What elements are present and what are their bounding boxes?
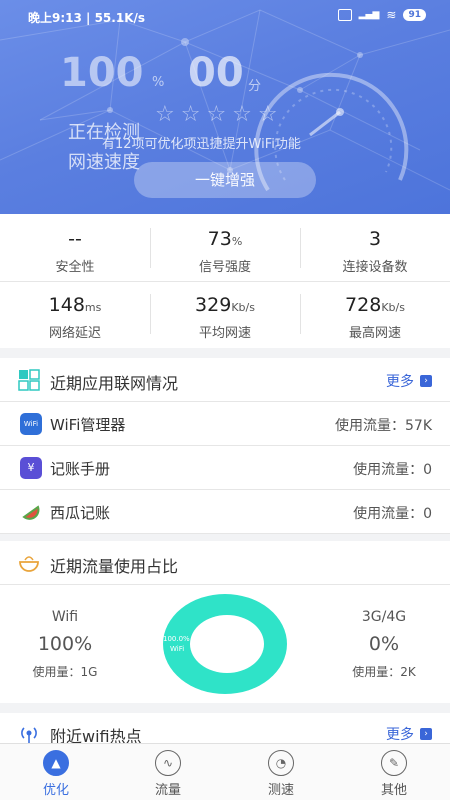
settings-icon: ✎ (381, 750, 407, 776)
usage-amount: 使用量：1G (32, 665, 98, 679)
stat-label: 平均网速 (198, 326, 251, 341)
section-header: 附近wifi热点 更多 › (0, 713, 450, 743)
stat-value: 3 (368, 228, 382, 250)
stats-divider (300, 228, 301, 268)
app-name: 西瓜记账 (50, 504, 111, 522)
tab-other[interactable]: ✎ 其他 (338, 744, 450, 800)
stat-value: 728 (345, 294, 382, 316)
stat-label: 信号强度 (198, 260, 251, 275)
donut-center-label: WiFi (170, 645, 184, 653)
hero-header: 晚上9:13 | 55.1K/s ▂▄▆ ≋ 91 100 % 00 分 ☆☆☆… (0, 0, 450, 214)
traffic-donut-chart: 100.0% WiFi (163, 594, 287, 694)
watermelon-icon (22, 505, 40, 520)
stat-value: 148 (48, 294, 85, 316)
stats-divider (150, 228, 151, 268)
more-label: 更多 (386, 374, 414, 390)
score-unit: % (152, 75, 165, 90)
app-usage: 使用流量：0 (353, 462, 432, 478)
bottom-tab-bar: ▲ 优化 ∿ 流量 ◔ 测速 ✎ 其他 (0, 743, 450, 800)
stat-signal: 73% 信号强度 (150, 228, 300, 275)
rocket-icon: ▲ (43, 750, 69, 776)
tab-traffic[interactable]: ∿ 流量 (112, 744, 224, 800)
nearby-hotspot-section: 附近wifi热点 更多 › (0, 713, 450, 743)
donut-hole (190, 615, 264, 673)
stat-label: 最高网速 (348, 326, 401, 341)
apps-network-section: 近期应用联网情况 更多 › WiFi WiFi管理器 使用流量：57K ¥ 记账手… (0, 358, 450, 534)
traffic-ratio-section: 近期流量使用占比 Wifi 100% 使用量：1G 100.0% WiFi 3G… (0, 541, 450, 703)
stat-label: 连接设备数 (342, 260, 408, 275)
usage-amount: 使用量：2K (352, 665, 416, 679)
list-item[interactable]: ¥ 记账手册 使用流量：0 (0, 446, 450, 490)
one-click-boost-button[interactable]: 一键增强 (134, 162, 316, 198)
tab-speedtest[interactable]: ◔ 测速 (225, 744, 337, 800)
more-label: 更多 (386, 727, 414, 743)
app-name: 记账手册 (50, 460, 111, 478)
stat-label: 安全性 (55, 260, 95, 275)
speed-text: 网速速度 (68, 152, 140, 173)
app-usage: 使用流量：57K (335, 418, 432, 434)
wifi-icon: ≋ (386, 8, 397, 22)
wifi-manager-icon: WiFi (20, 413, 42, 435)
traffic-chart-area: Wifi 100% 使用量：1G 100.0% WiFi 3G/4G 0% 使用… (0, 585, 450, 701)
section-title: 近期应用联网情况 (50, 374, 179, 393)
list-item[interactable]: WiFi WiFi管理器 使用流量：57K (0, 402, 450, 446)
stat-unit: Kb/s (231, 301, 255, 314)
wifi-usage-summary: Wifi 100% 使用量：1G (20, 609, 110, 680)
hotspot-icon (21, 727, 37, 743)
stat-unit: % (231, 235, 243, 248)
ledger-icon: ¥ (20, 457, 42, 479)
tab-label: 优化 (42, 783, 69, 798)
stats-divider (300, 294, 301, 334)
donut-center-percent: 100.0% (163, 635, 190, 643)
usage-percent: 0% (368, 633, 400, 655)
optimization-score: 100 (60, 50, 144, 96)
mobile-usage-summary: 3G/4G 0% 使用量：2K (334, 609, 434, 680)
section-title: 近期流量使用占比 (50, 557, 179, 576)
stat-value: 73 (207, 228, 232, 250)
stats-divider (150, 294, 151, 334)
stat-security: -- 安全性 (0, 228, 150, 275)
tab-label: 测速 (267, 783, 294, 798)
stat-avg-speed: 329Kb/s 平均网速 (150, 294, 300, 341)
network-type: Wifi (51, 609, 79, 625)
grid-apps-icon (18, 369, 40, 391)
more-link[interactable]: 更多 › (386, 371, 432, 391)
time-minutes: 00 (188, 50, 244, 96)
section-header: 近期流量使用占比 (0, 541, 450, 585)
status-bar: 晚上9:13 | 55.1K/s ▂▄▆ ≋ 91 (0, 0, 450, 34)
speedometer-icon: ◔ (268, 750, 294, 776)
app-name: WiFi管理器 (50, 416, 126, 434)
usage-percent: 100% (37, 633, 93, 655)
section-title: 附近wifi热点 (50, 727, 142, 743)
stat-unit: ms (84, 301, 102, 314)
stat-devices: 3 连接设备数 (300, 228, 450, 275)
stat-value: -- (68, 228, 82, 250)
stat-label: 网络延迟 (48, 326, 101, 341)
minutes-unit: 分 (248, 79, 262, 94)
signal-icon: ▂▄▆ (358, 10, 380, 20)
screen-icon (337, 9, 352, 21)
tab-optimize[interactable]: ▲ 优化 (0, 744, 112, 800)
chevron-right-icon: › (420, 375, 432, 387)
list-item[interactable]: 西瓜记账 使用流量：0 (0, 490, 450, 534)
stat-latency: 148ms 网络延迟 (0, 294, 150, 341)
section-header: 近期应用联网情况 更多 › (0, 358, 450, 402)
stat-value: 329 (195, 294, 232, 316)
pulse-icon: ∿ (155, 750, 181, 776)
stats-panel: -- 安全性 73% 信号强度 3 连接设备数 148ms 网络延迟 329Kb… (0, 214, 450, 348)
app-usage: 使用流量：0 (353, 506, 432, 522)
stat-max-speed: 728Kb/s 最高网速 (300, 294, 450, 341)
tab-label: 其他 (380, 783, 407, 798)
stats-divider (0, 281, 450, 282)
more-link[interactable]: 更多 › (386, 724, 432, 743)
rating-stars: ☆☆☆☆☆ (155, 102, 284, 127)
stat-unit: Kb/s (381, 301, 405, 314)
bowl-icon (19, 556, 39, 572)
network-type: 3G/4G (361, 609, 407, 625)
status-time: 晚上9:13 | 55.1K/s (28, 11, 146, 25)
battery-icon: 91 (403, 9, 426, 21)
chevron-right-icon: › (420, 728, 432, 740)
tab-label: 流量 (154, 783, 181, 798)
